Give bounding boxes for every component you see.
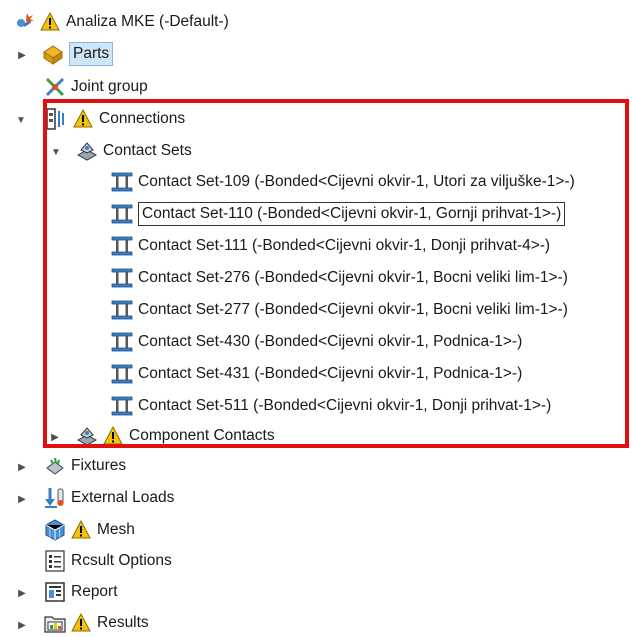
mesh-icon bbox=[43, 518, 67, 542]
tree-item-label: Component Contacts bbox=[129, 427, 275, 444]
list-item-contact-set[interactable]: Contact Set-111 (-Bonded<Cijevni okvir-1… bbox=[110, 232, 550, 260]
tree-item-label: Contact Set-277 (-Bonded<Cijevni okvir-1… bbox=[138, 301, 568, 318]
external-loads-icon bbox=[43, 486, 67, 510]
tree-item-mesh[interactable]: Mesh bbox=[43, 516, 135, 544]
tree-item-connections[interactable]: Connections bbox=[45, 105, 185, 133]
tree-item-label: Fixtures bbox=[71, 457, 127, 474]
contact-set-icon bbox=[110, 170, 134, 194]
tree-item-parts[interactable]: Parts bbox=[41, 40, 114, 68]
tree-item-result-options[interactable]: Rcsult Options bbox=[43, 547, 172, 575]
warning-icon bbox=[103, 426, 123, 446]
parts-icon bbox=[41, 42, 65, 66]
tree-item-label: Contact Set-276 (-Bonded<Cijevni okvir-1… bbox=[138, 269, 568, 286]
tree-item-label: Contact Set-111 (-Bonded<Cijevni okvir-1… bbox=[138, 237, 551, 254]
tree-item-joint-group[interactable]: Joint group bbox=[43, 73, 148, 101]
list-item-contact-set[interactable]: Contact Set-277 (-Bonded<Cijevni okvir-1… bbox=[110, 296, 568, 324]
expand-arrow-icon[interactable]: ▶ bbox=[50, 431, 60, 443]
tree-item-label: Contact Set-109 (-Bonded<Cijevni okvir-1… bbox=[138, 173, 575, 190]
tree-item-label: Contact Set-110 (-Bonded<Cijevni okvir-1… bbox=[138, 202, 566, 226]
tree-item-label: Results bbox=[97, 614, 149, 631]
tree-item-fixtures[interactable]: Fixtures bbox=[43, 452, 126, 480]
study-icon bbox=[12, 10, 36, 34]
tree-item-label: Connections bbox=[99, 110, 186, 127]
tree-item-study[interactable]: Analiza MKE (-Default-) bbox=[12, 8, 229, 36]
tree-item-label: Contact Set-430 (-Bonded<Cijevni okvir-1… bbox=[138, 333, 523, 350]
expand-arrow-icon[interactable]: ▶ bbox=[17, 619, 27, 631]
contact-set-icon bbox=[110, 298, 134, 322]
list-item-contact-set[interactable]: Contact Set-431 (-Bonded<Cijevni okvir-1… bbox=[110, 360, 522, 388]
warning-icon bbox=[73, 109, 93, 129]
contact-set-icon bbox=[110, 394, 134, 418]
tree-item-label: External Loads bbox=[71, 489, 175, 506]
list-item-contact-set[interactable]: Contact Set-109 (-Bonded<Cijevni okvir-1… bbox=[110, 168, 575, 196]
expand-arrow-icon[interactable]: ▶ bbox=[17, 493, 27, 505]
tree-item-label: Mesh bbox=[97, 521, 135, 538]
fixtures-icon bbox=[43, 454, 67, 478]
contact-set-icon bbox=[110, 330, 134, 354]
list-item-contact-set[interactable]: Contact Set-276 (-Bonded<Cijevni okvir-1… bbox=[110, 264, 568, 292]
collapse-arrow-icon[interactable]: ▼ bbox=[51, 146, 61, 158]
contact-set-icon bbox=[110, 202, 134, 226]
list-item-contact-set[interactable]: Contact Set-110 (-Bonded<Cijevni okvir-1… bbox=[106, 200, 566, 228]
tree-item-label: Joint group bbox=[71, 78, 148, 95]
results-icon bbox=[43, 611, 67, 635]
tree-item-contact-sets[interactable]: Contact Sets bbox=[75, 137, 192, 165]
tree-item-results[interactable]: Results bbox=[43, 609, 149, 637]
tree-item-label: Contact Set-511 (-Bonded<Cijevni okvir-1… bbox=[138, 397, 552, 414]
tree-item-component-contacts[interactable]: Component Contacts bbox=[75, 422, 275, 450]
contact-set-icon bbox=[110, 362, 134, 386]
component-contacts-icon bbox=[75, 424, 99, 448]
report-icon bbox=[43, 580, 67, 604]
connections-icon bbox=[45, 107, 69, 131]
tree-item-label: Contact Set-431 (-Bonded<Cijevni okvir-1… bbox=[138, 365, 523, 382]
warning-icon bbox=[71, 520, 91, 540]
feature-tree: Analiza MKE (-Default-) ▶ Parts Joint gr… bbox=[0, 0, 632, 637]
tree-item-report[interactable]: Report bbox=[43, 578, 118, 606]
contact-sets-icon bbox=[75, 139, 99, 163]
warning-icon bbox=[71, 613, 91, 633]
tree-item-label: Parts bbox=[69, 42, 114, 66]
contact-set-icon bbox=[110, 234, 134, 258]
result-options-icon bbox=[43, 549, 67, 573]
warning-icon bbox=[40, 12, 60, 32]
list-item-contact-set[interactable]: Contact Set-511 (-Bonded<Cijevni okvir-1… bbox=[110, 392, 551, 420]
tree-item-label: Report bbox=[71, 583, 118, 600]
expand-arrow-icon[interactable]: ▶ bbox=[17, 49, 27, 61]
contact-set-icon bbox=[110, 266, 134, 290]
joint-group-icon bbox=[43, 75, 67, 99]
tree-item-label: Rcsult Options bbox=[71, 552, 172, 569]
expand-arrow-icon[interactable]: ▶ bbox=[17, 587, 27, 599]
tree-item-label: Contact Sets bbox=[103, 142, 192, 159]
list-item-contact-set[interactable]: Contact Set-430 (-Bonded<Cijevni okvir-1… bbox=[110, 328, 522, 356]
tree-item-label: Analiza MKE (-Default-) bbox=[66, 13, 229, 30]
collapse-arrow-icon[interactable]: ▼ bbox=[16, 114, 26, 126]
expand-arrow-icon[interactable]: ▶ bbox=[17, 461, 27, 473]
tree-item-external-loads[interactable]: External Loads bbox=[43, 484, 174, 512]
